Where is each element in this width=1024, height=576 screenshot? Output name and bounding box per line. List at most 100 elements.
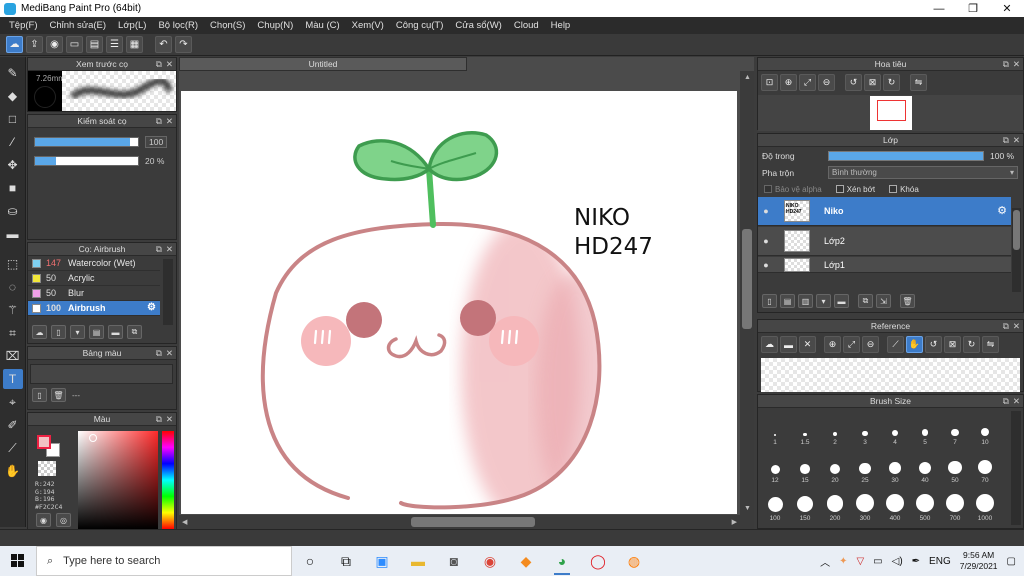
document-icon[interactable]: ▤ xyxy=(86,36,103,53)
add-layer-menu-icon[interactable]: ▾ xyxy=(816,294,831,308)
brush-size-option[interactable]: 12 xyxy=(760,449,790,487)
operation-tool-icon[interactable]: ⌖ xyxy=(3,392,23,412)
grid-icon[interactable]: ▦ xyxy=(126,36,143,53)
zoom-fit-icon[interactable]: ⊡ xyxy=(761,74,778,91)
task-view-icon[interactable]: ⧉ xyxy=(328,546,364,576)
rotate-right-icon[interactable]: ↻ xyxy=(883,74,900,91)
undock-icon[interactable]: ⧉ xyxy=(156,414,162,425)
drawing-canvas[interactable]: NIKO HD247 xyxy=(181,91,737,514)
saturation-value-picker[interactable] xyxy=(78,431,158,529)
navigator-view[interactable] xyxy=(758,95,1023,131)
brush-item[interactable]: 147 Watercolor (Wet) xyxy=(28,256,160,271)
brush-size-option[interactable]: 150 xyxy=(790,487,820,525)
brush-size-option[interactable]: 1.5 xyxy=(790,411,820,449)
brush-size-option[interactable]: 15 xyxy=(790,449,820,487)
file-explorer-icon[interactable]: ▬ xyxy=(400,546,436,576)
close-icon[interactable]: ✕ xyxy=(166,59,173,70)
select-eraser-tool-icon[interactable]: ⌧ xyxy=(3,346,23,366)
brush-size-option[interactable]: 1000 xyxy=(970,487,1000,525)
close-icon[interactable]: ✕ xyxy=(1013,59,1020,70)
brush-size-scrollbar[interactable] xyxy=(1011,411,1021,525)
layer-settings-gear-icon[interactable]: ⚙ xyxy=(997,204,1007,217)
eyedropper-icon[interactable]: ⟋ xyxy=(887,336,904,353)
brush-size-option[interactable]: 200 xyxy=(820,487,850,525)
color-picker-icon[interactable]: ◎ xyxy=(56,513,71,527)
layer-item-lop1[interactable]: ● Lớp1 xyxy=(758,257,1011,273)
reset-view-icon[interactable]: ⊠ xyxy=(864,74,881,91)
text-tool-icon[interactable]: T xyxy=(2,369,23,389)
menu-cloud[interactable]: Cloud xyxy=(508,20,545,31)
select-rect-tool-icon[interactable]: ⬚ xyxy=(3,254,23,274)
chrome-icon[interactable]: ◉ xyxy=(472,546,508,576)
close-icon[interactable]: ✕ xyxy=(166,116,173,127)
close-icon[interactable]: ✕ xyxy=(166,244,173,255)
volume-icon[interactable]: ◁) xyxy=(892,556,903,567)
medibang-taskbar-icon[interactable]: ◕ xyxy=(544,546,580,576)
brush-size-option[interactable]: 40 xyxy=(910,449,940,487)
visibility-icon[interactable]: ● xyxy=(758,236,774,246)
comment-icon[interactable]: ◉ xyxy=(46,36,63,53)
gradient-tool-icon[interactable]: ▬ xyxy=(3,224,23,244)
zoom-out-icon[interactable]: ⊖ xyxy=(862,336,879,353)
undock-icon[interactable]: ⧉ xyxy=(1003,396,1009,407)
blend-mode-select[interactable]: Bình thường ▾ xyxy=(828,166,1018,179)
brush-item-selected[interactable]: 100 Airbrush ⚙ xyxy=(28,301,160,316)
share-icon[interactable]: ⇪ xyxy=(26,36,43,53)
viewport-frame[interactable] xyxy=(877,100,906,121)
transparent-color-swatch[interactable] xyxy=(38,461,56,476)
tray-v-icon[interactable]: ▽ xyxy=(856,556,864,567)
flip-horizontal-icon[interactable]: ⇋ xyxy=(910,74,927,91)
menu-color[interactable]: Màu (C) xyxy=(299,20,345,31)
layer-item-niko[interactable]: ● NIKO HD247 Niko ⚙ xyxy=(758,197,1011,226)
merge-layer-icon[interactable]: ⇲ xyxy=(876,294,891,308)
brush-size-option[interactable]: 5 xyxy=(910,411,940,449)
brush-tool-icon[interactable]: ✎ xyxy=(3,63,23,83)
undock-icon[interactable]: ⧉ xyxy=(1003,321,1009,332)
duplicate-brush-icon[interactable]: ⧉ xyxy=(127,325,142,339)
taskbar-search-box[interactable]: ⌕ Type here to search xyxy=(36,546,292,576)
hand-tool-icon[interactable]: ✋ xyxy=(3,461,23,481)
delete-palette-color-icon[interactable]: 🗑 xyxy=(51,388,66,402)
zoom-app-icon[interactable]: ▣ xyxy=(364,546,400,576)
rotate-left-icon[interactable]: ↺ xyxy=(845,74,862,91)
fill-rect-tool-icon[interactable]: ■ xyxy=(3,178,23,198)
menu-tools[interactable]: Công cụ(T) xyxy=(390,20,450,31)
palette-swatch-area[interactable] xyxy=(30,364,173,384)
scroll-left-icon[interactable]: ◀ xyxy=(182,518,187,526)
brush-size-slider[interactable] xyxy=(34,137,139,147)
maximize-button[interactable]: ❐ xyxy=(956,0,990,17)
close-icon[interactable]: ✕ xyxy=(1013,321,1020,332)
minimize-button[interactable]: — xyxy=(922,0,956,17)
color-mode-icon[interactable]: ◉ xyxy=(36,513,51,527)
zoom-out-icon[interactable]: ⊖ xyxy=(818,74,835,91)
visibility-icon[interactable]: ● xyxy=(758,260,774,270)
brush-size-option[interactable]: 4 xyxy=(880,411,910,449)
lasso-tool-icon[interactable]: ◌ xyxy=(3,277,23,297)
canvas-vertical-scrollbar[interactable]: ▲ ▼ xyxy=(740,71,754,529)
pen-icon[interactable]: ✒ xyxy=(912,556,920,567)
tray-expand-icon[interactable]: ︿ xyxy=(820,554,830,569)
fit-window-icon[interactable]: ⤢ xyxy=(843,336,860,353)
opera-icon[interactable]: ◯ xyxy=(580,546,616,576)
brush-properties-icon[interactable]: ▤ xyxy=(89,325,104,339)
undock-icon[interactable]: ⧉ xyxy=(156,59,162,70)
windows-start-icon[interactable] xyxy=(0,546,36,576)
foreground-color-swatch[interactable] xyxy=(37,435,51,449)
brush-size-option[interactable]: 30 xyxy=(880,449,910,487)
clock[interactable]: 9:56 AM 7/29/2021 xyxy=(960,550,998,572)
battery-icon[interactable]: ▭ xyxy=(873,556,882,567)
brush-opacity-slider[interactable] xyxy=(34,156,139,166)
new-8bit-layer-icon[interactable]: ▥ xyxy=(798,294,813,308)
notification-icon[interactable]: ▢ xyxy=(1007,556,1016,567)
open-reference-icon[interactable]: ▬ xyxy=(780,336,797,353)
menu-select[interactable]: Chọn(S) xyxy=(204,20,251,31)
tray-app-icon[interactable]: ✦ xyxy=(839,556,847,567)
brush-size-option[interactable]: 300 xyxy=(850,487,880,525)
layer-item-lop2[interactable]: ● Lớp2 xyxy=(758,227,1011,256)
brush-size-option[interactable]: 3 xyxy=(850,411,880,449)
move-tool-icon[interactable]: ✥ xyxy=(3,155,23,175)
brush-settings-gear-icon[interactable]: ⚙ xyxy=(147,302,156,313)
layer-opacity-slider[interactable] xyxy=(828,150,984,161)
menu-filter[interactable]: Bộ lọc(R) xyxy=(152,20,204,31)
layers-scrollbar[interactable] xyxy=(1012,208,1021,292)
